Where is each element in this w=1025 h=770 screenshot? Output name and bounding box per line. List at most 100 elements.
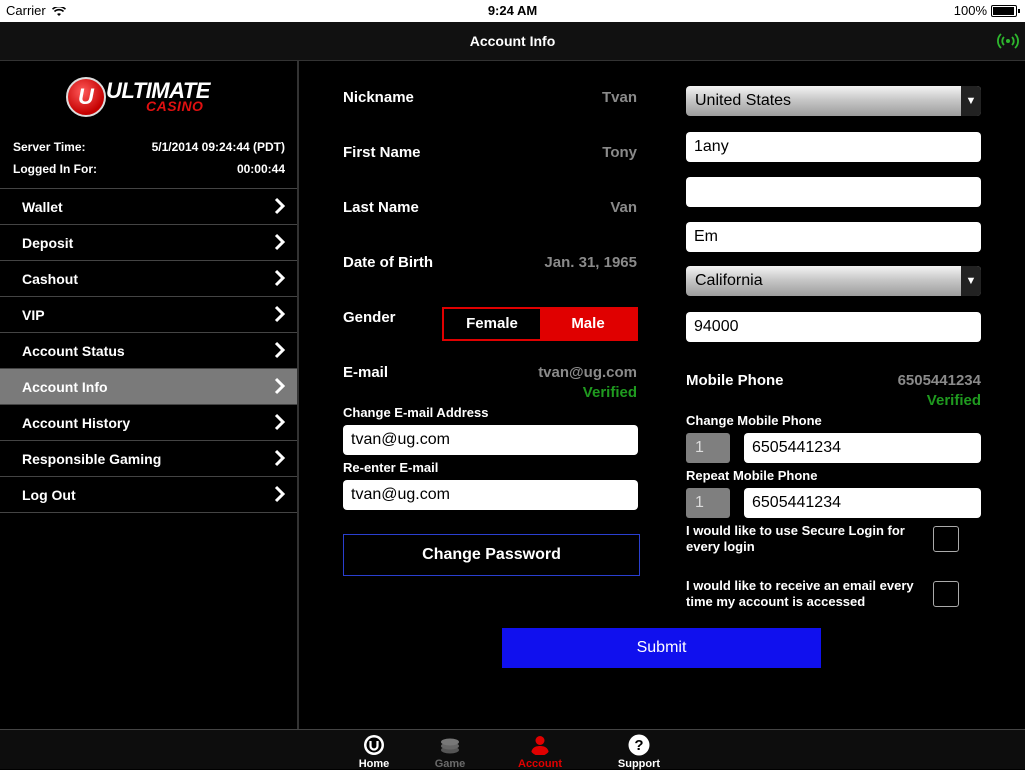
sidebar-item-account-info[interactable]: Account Info <box>0 368 297 404</box>
reenter-email-label: Re-enter E-mail <box>343 460 439 475</box>
logged-in-value: 00:00:44 <box>236 162 285 176</box>
chips-icon <box>441 738 459 754</box>
sidebar-item-account-history[interactable]: Account History <box>0 404 297 440</box>
page-title: Account Info <box>469 33 556 49</box>
battery-percent: 100% <box>953 3 987 18</box>
tab-support[interactable]: ? Support <box>604 730 674 770</box>
repeat-mobile-input[interactable]: 6505441234 <box>744 488 981 518</box>
dropdown-arrow-icon: ▼ <box>961 86 981 116</box>
sidebar-menu: Wallet Deposit Cashout VIP Account Statu… <box>0 188 297 513</box>
sidebar-item-label: Cashout <box>22 270 78 287</box>
mobile-verified-badge: Verified <box>926 392 981 409</box>
sidebar-item-deposit[interactable]: Deposit <box>0 224 297 260</box>
person-icon <box>531 736 549 755</box>
address-line2-input[interactable] <box>686 177 981 207</box>
change-mobile-label: Change Mobile Phone <box>686 413 822 428</box>
tab-label: Home <box>358 758 390 770</box>
connection-icon[interactable] <box>997 30 1019 52</box>
chevron-right-icon <box>274 485 286 503</box>
repeat-mobile-country-code: 1 <box>686 488 730 518</box>
chevron-right-icon <box>274 449 286 467</box>
mobile-phone-label: Mobile Phone <box>686 372 784 389</box>
server-time-label: Server Time: <box>13 140 86 154</box>
sidebar-item-vip[interactable]: VIP <box>0 296 297 332</box>
secure-login-label: I would like to use Secure Login for eve… <box>686 523 905 554</box>
city-input[interactable]: Em <box>686 222 981 252</box>
chevron-right-icon <box>274 377 286 395</box>
sidebar-item-responsible-gaming[interactable]: Responsible Gaming <box>0 440 297 476</box>
sidebar-item-label: VIP <box>22 306 45 323</box>
sidebar-item-label: Wallet <box>22 198 63 215</box>
connection-icon-glyph <box>997 33 1019 49</box>
bottom-tab-bar: Home Game Account ? Support <box>0 729 1025 770</box>
tab-label: Support <box>617 758 661 770</box>
email-notify-label: I would like to receive an email every t… <box>686 578 914 609</box>
tab-home[interactable]: Home <box>339 730 409 770</box>
logged-in-label: Logged In For: <box>13 162 97 176</box>
sidebar-item-label: Account Status <box>22 342 125 359</box>
tab-label: Account <box>518 758 562 770</box>
question-icon: ? <box>628 734 650 756</box>
email-verified-badge: Verified <box>582 384 637 401</box>
sidebar: U ULTIMATE CASINO Server Time: 5/1/2014 … <box>0 61 299 729</box>
last-name-label: Last Name <box>343 199 419 216</box>
battery-icon <box>991 4 1020 17</box>
gender-label: Gender <box>343 309 396 326</box>
ultimate-casino-logo: U ULTIMATE CASINO <box>66 76 236 117</box>
gender-male-option[interactable]: Male <box>540 309 636 339</box>
email-label: E-mail <box>343 364 389 381</box>
change-email-label: Change E-mail Address <box>343 405 489 420</box>
change-email-input[interactable]: tvan@ug.com <box>343 425 638 455</box>
change-mobile-country-code: 1 <box>686 433 730 463</box>
country-select[interactable]: United States ▼ <box>686 86 981 116</box>
tab-game[interactable]: Game <box>415 730 485 770</box>
address-line1-input[interactable]: 1any <box>686 132 981 162</box>
state-select-value: California <box>695 272 763 289</box>
svg-text:?: ? <box>634 737 643 754</box>
chevron-right-icon <box>274 197 286 215</box>
sidebar-item-cashout[interactable]: Cashout <box>0 260 297 296</box>
zip-input[interactable]: 94000 <box>686 312 981 342</box>
tab-account[interactable]: Account <box>505 730 575 770</box>
sidebar-item-label: Account Info <box>22 378 108 395</box>
nickname-value: Tvan <box>601 89 637 106</box>
first-name-value: Tony <box>602 144 637 161</box>
dob-label: Date of Birth <box>343 254 433 271</box>
nickname-label: Nickname <box>343 89 414 106</box>
repeat-mobile-label: Repeat Mobile Phone <box>686 468 818 483</box>
country-select-value: United States <box>695 92 792 109</box>
status-bar: Carrier 9:24 AM 100% <box>0 0 1025 22</box>
change-password-button[interactable]: Change Password <box>343 534 640 576</box>
sidebar-item-log-out[interactable]: Log Out <box>0 476 297 513</box>
email-value: tvan@ug.com <box>538 364 637 381</box>
gender-female-option[interactable]: Female <box>444 309 540 339</box>
chevron-right-icon <box>274 305 286 323</box>
dropdown-arrow-icon: ▼ <box>961 266 981 296</box>
mobile-phone-value: 6505441234 <box>897 372 981 389</box>
clock: 9:24 AM <box>487 3 538 18</box>
state-select[interactable]: California ▼ <box>686 266 981 296</box>
home-icon <box>364 735 384 755</box>
header-bar: Account Info <box>0 22 1025 61</box>
sidebar-item-label: Responsible Gaming <box>22 450 162 467</box>
first-name-label: First Name <box>343 144 421 161</box>
logo-text-casino: CASINO <box>146 98 204 114</box>
reenter-email-input[interactable]: tvan@ug.com <box>343 480 638 510</box>
chevron-right-icon <box>274 413 286 431</box>
submit-button[interactable]: Submit <box>502 628 821 668</box>
sidebar-item-wallet[interactable]: Wallet <box>0 188 297 224</box>
secure-login-checkbox[interactable] <box>933 526 959 552</box>
sidebar-item-label: Log Out <box>22 486 76 503</box>
logo-badge: U <box>66 77 106 117</box>
battery-status: 100% <box>953 3 1020 18</box>
tab-label: Game <box>434 758 466 770</box>
dob-value: Jan. 31, 1965 <box>544 254 637 271</box>
sidebar-item-label: Account History <box>22 414 131 431</box>
chevron-right-icon <box>274 233 286 251</box>
email-notify-checkbox[interactable] <box>933 581 959 607</box>
chevron-right-icon <box>274 269 286 287</box>
sidebar-item-account-status[interactable]: Account Status <box>0 332 297 368</box>
gender-toggle[interactable]: Female Male <box>442 307 638 341</box>
sidebar-item-label: Deposit <box>22 234 74 251</box>
change-mobile-input[interactable]: 6505441234 <box>744 433 981 463</box>
